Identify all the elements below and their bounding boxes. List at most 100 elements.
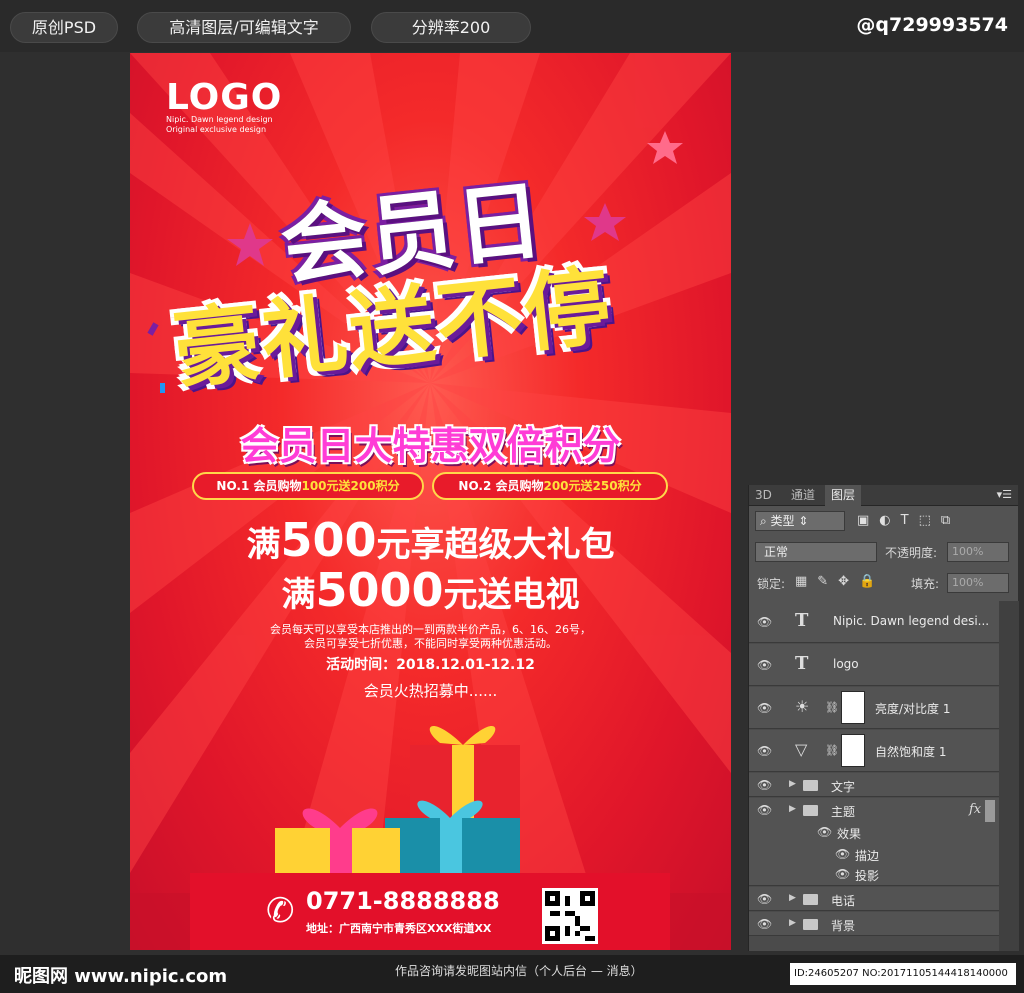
poster-canvas[interactable]: LOGO Nipic. Dawn legend design Original … bbox=[130, 53, 731, 950]
effects-label: 效果 bbox=[837, 827, 862, 841]
eye-icon[interactable]: 👁 bbox=[757, 744, 772, 758]
link-icon: ⛓ bbox=[825, 744, 839, 757]
layer-mask-thumbnail bbox=[841, 734, 865, 767]
layer-name: 电话 bbox=[831, 894, 856, 908]
badge2-prefix: NO.2 会员购物 bbox=[458, 479, 544, 493]
promo-badge-1: NO.1 会员购物100元送200积分 bbox=[192, 472, 424, 500]
layer-mask-thumbnail bbox=[841, 691, 865, 724]
tab-channels[interactable]: 通道 bbox=[785, 485, 821, 506]
brightness-icon: ☀ bbox=[795, 697, 810, 716]
desc-line1: 会员每天可以享受本店推出的一到两款半价产品，6、16、26号， bbox=[270, 623, 591, 636]
layer-group-row[interactable]: 👁 ▶ 文字 bbox=[749, 773, 999, 797]
effect-stroke: 描边 bbox=[855, 849, 880, 863]
poster-logo: LOGO bbox=[166, 77, 283, 118]
blend-row: 正常 不透明度: 100% bbox=[749, 538, 1019, 566]
eye-icon[interactable]: 👁 bbox=[835, 867, 850, 881]
layer-group-row[interactable]: 👁 ▶ 电话 bbox=[749, 887, 999, 911]
vibrance-icon: ▽ bbox=[795, 740, 808, 759]
eye-icon[interactable]: 👁 bbox=[757, 615, 772, 629]
tab-3d[interactable]: 3D bbox=[749, 485, 778, 506]
tag-original-psd: 原创PSD bbox=[10, 12, 118, 43]
layer-row[interactable]: 👁 T Nipic. Dawn legend desi... bbox=[749, 601, 999, 643]
author-handle: @q729993574 bbox=[856, 14, 1008, 36]
panel-menu-icon[interactable]: ▾☰ bbox=[997, 488, 1012, 501]
opacity-field[interactable]: 100% bbox=[947, 542, 1009, 562]
eye-icon[interactable]: 👁 bbox=[757, 892, 772, 906]
filter-icons[interactable]: ▣◐T⬚⧉ bbox=[857, 513, 960, 528]
layer-row[interactable]: 👁 ▽ ⛓ 自然饱和度 1 bbox=[749, 730, 999, 772]
eye-icon[interactable]: 👁 bbox=[757, 803, 772, 817]
eye-icon[interactable]: 👁 bbox=[757, 701, 772, 715]
phone-icon: ✆ bbox=[266, 891, 295, 931]
fx-icon[interactable]: fx bbox=[969, 802, 981, 817]
event-dates: 活动时间：2018.12.01-12.12 bbox=[326, 657, 535, 673]
phone-number: 0771-8888888 bbox=[306, 887, 500, 915]
contact-caption: 作品咨询请发昵图站内信（个人后台 — 消息） bbox=[395, 964, 643, 978]
layer-name: 主题 bbox=[831, 805, 856, 819]
offer-line-2: 满5000元送电视 bbox=[130, 563, 731, 617]
badge1-prefix: NO.1 会员购物 bbox=[216, 479, 302, 493]
expand-arrow-icon[interactable]: ▶ bbox=[789, 804, 796, 814]
poster-logo-subtitle: Nipic. Dawn legend design Original exclu… bbox=[166, 115, 273, 135]
subheadline-double-points: 会员日大特惠双倍积分 bbox=[240, 424, 621, 468]
lock-icons[interactable]: ▦✎✥🔒 bbox=[795, 574, 885, 589]
tag-resolution: 分辨率200 bbox=[371, 12, 531, 43]
site-brand[interactable]: 昵图网 www.nipic.com bbox=[14, 962, 227, 988]
panel-scrollbar[interactable] bbox=[999, 601, 1019, 951]
layer-list: 👁 T Nipic. Dawn legend desi... 👁 T logo … bbox=[749, 601, 999, 951]
filter-label: 类型 bbox=[770, 514, 795, 528]
promo-description: 会员每天可以享受本店推出的一到两款半价产品，6、16、26号， 会员可享受七折优… bbox=[130, 623, 731, 651]
eye-icon[interactable]: 👁 bbox=[835, 847, 850, 861]
folder-icon bbox=[803, 805, 818, 816]
layer-row[interactable]: 👁 T logo bbox=[749, 644, 999, 686]
layer-name: Nipic. Dawn legend desi... bbox=[833, 614, 990, 628]
blend-mode-value: 正常 bbox=[764, 545, 789, 559]
image-id: ID:24605207 NO:20171105144418140000 bbox=[790, 963, 1016, 985]
top-bar: 原创PSD 高清图层/可编辑文字 分辨率200 @q729993574 bbox=[0, 0, 1024, 52]
qr-code-icon bbox=[542, 888, 598, 944]
fill-label: 填充: bbox=[911, 577, 940, 591]
blend-mode-select[interactable]: 正常 bbox=[755, 542, 877, 562]
tag-layers: 高清图层/可编辑文字 bbox=[137, 12, 351, 43]
layer-group-row[interactable]: 👁 ▶ 主题 fx 👁 效果 👁 描边 👁 投影 bbox=[749, 798, 999, 886]
layers-panel: 3D 通道 图层 ▾☰ ⌕ 类型 ⇕ ▣◐T⬚⧉ 正常 不透明度: 100% 锁… bbox=[748, 485, 1019, 951]
address: 地址：广西南宁市青秀区XXX街道XX bbox=[306, 922, 492, 935]
layer-row[interactable]: 👁 ☀ ⛓ 亮度/对比度 1 bbox=[749, 687, 999, 729]
offer1-pre: 满 bbox=[246, 525, 281, 565]
layer-name: logo bbox=[833, 657, 859, 671]
offer2-pre: 满 bbox=[281, 575, 316, 615]
offer-line-1: 满500元享超级大礼包 bbox=[130, 513, 731, 567]
logo-sub-line1: Nipic. Dawn legend design bbox=[166, 115, 273, 124]
fill-field[interactable]: 100% bbox=[947, 573, 1009, 593]
layer-name: 亮度/对比度 1 bbox=[875, 702, 951, 716]
screenshot-root: 原创PSD 高清图层/可编辑文字 分辨率200 @q729993574 LOGO… bbox=[0, 0, 1024, 993]
lock-label: 锁定: bbox=[757, 577, 786, 591]
expand-arrow-icon[interactable]: ▶ bbox=[789, 779, 796, 789]
eye-icon[interactable]: 👁 bbox=[757, 778, 772, 792]
layer-group-row[interactable]: 👁 ▶ 背景 bbox=[749, 912, 999, 936]
eye-icon[interactable]: 👁 bbox=[757, 658, 772, 672]
folder-icon bbox=[803, 894, 818, 905]
layer-name: 背景 bbox=[831, 919, 856, 933]
tab-layers[interactable]: 图层 bbox=[825, 485, 862, 506]
layer-name: 文字 bbox=[831, 780, 856, 794]
logo-sub-line2: Original exclusive design bbox=[166, 125, 267, 134]
folder-icon bbox=[803, 780, 818, 791]
promo-badge-2: NO.2 会员购物200元送250积分 bbox=[432, 472, 668, 500]
offer1-post: 元享超级大礼包 bbox=[376, 525, 615, 565]
effect-shadow: 投影 bbox=[855, 869, 880, 883]
text-layer-icon: T bbox=[795, 653, 809, 674]
expand-arrow-icon[interactable]: ▶ bbox=[789, 918, 796, 928]
panel-tabs: 3D 通道 图层 ▾☰ bbox=[749, 485, 1018, 506]
scroll-thumb[interactable] bbox=[985, 800, 995, 822]
bottom-bar: 昵图网 www.nipic.com 作品咨询请发昵图站内信（个人后台 — 消息）… bbox=[0, 955, 1024, 993]
lock-row: 锁定: ▦✎✥🔒 填充: 100% bbox=[749, 569, 1019, 597]
layer-name: 自然饱和度 1 bbox=[875, 745, 947, 759]
expand-arrow-icon[interactable]: ▶ bbox=[789, 893, 796, 903]
eye-icon[interactable]: 👁 bbox=[817, 825, 832, 839]
offer2-post: 元送电视 bbox=[443, 575, 580, 615]
badge1-highlight: 100元送200积分 bbox=[301, 479, 400, 493]
eye-icon[interactable]: 👁 bbox=[757, 917, 772, 931]
link-icon: ⛓ bbox=[825, 701, 839, 714]
layer-filter-select[interactable]: ⌕ 类型 ⇕ bbox=[755, 511, 845, 531]
